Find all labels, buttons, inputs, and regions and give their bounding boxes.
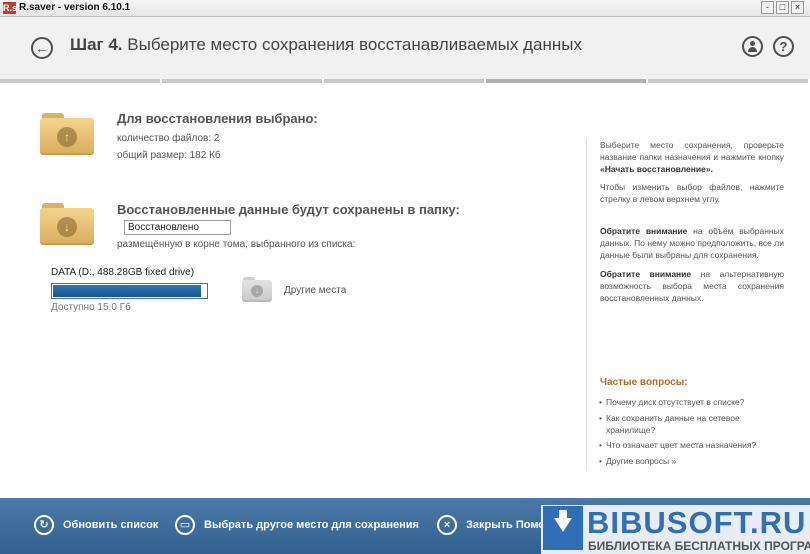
drive-tile[interactable] (51, 283, 208, 299)
drive-usage-bar (53, 285, 201, 297)
faq-item-missing-disk[interactable]: Почему диск отсутствует в списке? (599, 396, 786, 408)
total-size: общий размер: 182 Кб (117, 150, 221, 161)
other-places-folder-icon[interactable]: ↓ (242, 277, 272, 302)
sidebar-intro-text: Выберите место сохранения, проверьте наз… (600, 140, 784, 162)
sidebar-divider (586, 138, 587, 471)
free-space: Доступно 15.0 Гб (51, 302, 131, 313)
sidebar-attention-2: Обратите внимание на альтернативную возм… (600, 268, 784, 304)
help-icon[interactable]: ? (773, 36, 794, 57)
header: ← Шаг 4. Выберите место сохранения восст… (0, 17, 810, 79)
step-title-text: Выберите место сохранения восстанавливае… (127, 35, 582, 54)
folder-name-input[interactable] (124, 220, 231, 235)
attention-label: Обратите внимание (600, 226, 688, 236)
close-icon: × (437, 515, 457, 535)
sidebar-intro-button-name: «Начать восстановление». (600, 164, 713, 174)
maximize-button[interactable]: □ (776, 1, 789, 14)
sidebar-attention-1: Обратите внимание на объём выбранных дан… (600, 225, 784, 261)
refresh-list-button[interactable]: ↻ Обновить список (34, 514, 158, 536)
drive-label: DATA (D:, 488.28GB fixed drive) (51, 267, 195, 278)
faq-item-destination-color[interactable]: Что означает цвет места назначения? (599, 439, 786, 451)
file-count: количество файлов: 2 (117, 133, 220, 144)
destination-note: размещённую в корне тома, выбранного из … (117, 239, 356, 250)
close-help-button[interactable]: × Закрыть Помо (437, 514, 545, 536)
choose-other-location-button[interactable]: ▭ Выбрать другое место для сохранения (175, 514, 419, 536)
bibusoft-watermark: BIBUSOFT.RU БИБЛИОТЕКА БЕСПЛАТНЫХ ПРОГРА… (541, 505, 810, 554)
faq-item-other-questions[interactable]: Другие вопросы » (599, 455, 786, 467)
refresh-list-label: Обновить список (63, 519, 159, 531)
download-logo-icon (543, 506, 583, 550)
attention-label: Обратите внимание (600, 269, 692, 279)
minimize-button[interactable]: - (761, 1, 774, 14)
watermark-tagline: БИБЛИОТЕКА БЕСПЛАТНЫХ ПРОГРАММ (588, 539, 810, 553)
user-icon[interactable] (742, 36, 763, 57)
step-label: Шаг 4. (70, 35, 123, 54)
page-title: Шаг 4. Выберите место сохранения восстан… (70, 35, 582, 55)
faq-title: Частые вопросы: (600, 377, 688, 388)
window-title: R.saver - version 6.10.1 (19, 2, 131, 13)
folder-download-icon: ↓ (40, 203, 94, 245)
other-places-link[interactable]: Другие места (284, 285, 346, 296)
folder-upload-icon: ↑ (40, 113, 94, 155)
summary-heading: Для восстановления выбрано: (117, 111, 318, 126)
refresh-icon: ↻ (34, 515, 54, 535)
folder-icon: ▭ (175, 515, 195, 535)
app-icon: R.s (3, 2, 18, 14)
step-progress-strip (0, 79, 810, 83)
back-arrow-icon[interactable]: ← (31, 37, 53, 59)
destination-heading: Восстановленные данные будут сохранены в… (117, 202, 460, 217)
watermark-name: BIBUSOFT.RU (587, 505, 807, 540)
sidebar-change-hint: Чтобы изменить выбор файлов, нажмите стр… (600, 182, 784, 204)
close-help-label: Закрыть Помо (466, 519, 546, 531)
faq-item-network-storage[interactable]: Как сохранить данные на сетевое хранилищ… (599, 412, 766, 436)
title-bar: R.s R.saver - version 6.10.1 - □ × (0, 0, 810, 17)
choose-other-location-label: Выбрать другое место для сохранения (204, 519, 419, 531)
sidebar-intro: Выберите место сохранения, проверьте наз… (600, 139, 784, 175)
close-window-button[interactable]: × (791, 1, 804, 14)
